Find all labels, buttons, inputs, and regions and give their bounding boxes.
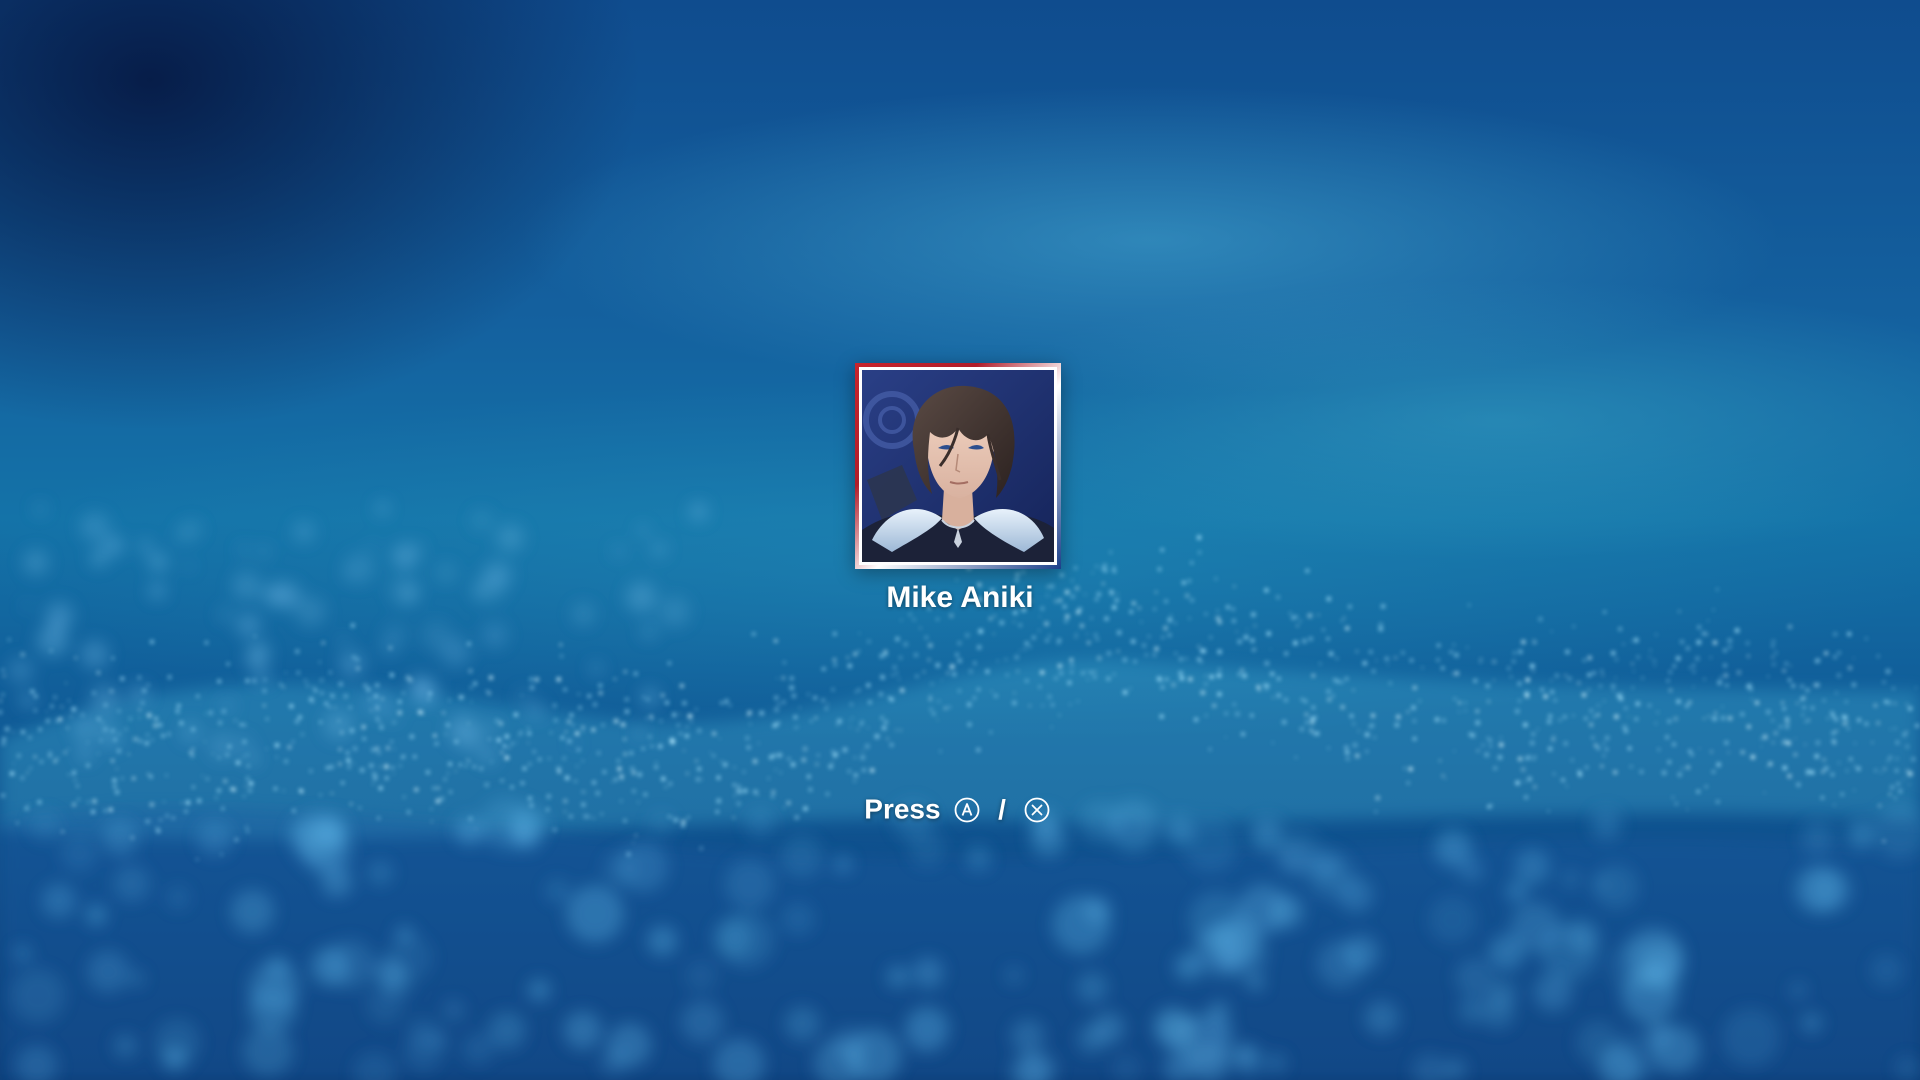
prompt-text: Press	[864, 793, 941, 825]
press-button-prompt: Press /	[0, 792, 1920, 826]
prompt-separator: /	[998, 793, 1006, 825]
portrait-illustration	[862, 370, 1054, 562]
cross-button-icon	[1024, 797, 1050, 823]
character-portrait-icon	[859, 367, 1057, 565]
a-button-icon	[954, 797, 980, 823]
profile-avatar[interactable]	[855, 363, 1061, 569]
profile-username: Mike Aniki	[886, 581, 1034, 614]
login-screen-background: Mike Aniki Press /	[0, 0, 1920, 1080]
